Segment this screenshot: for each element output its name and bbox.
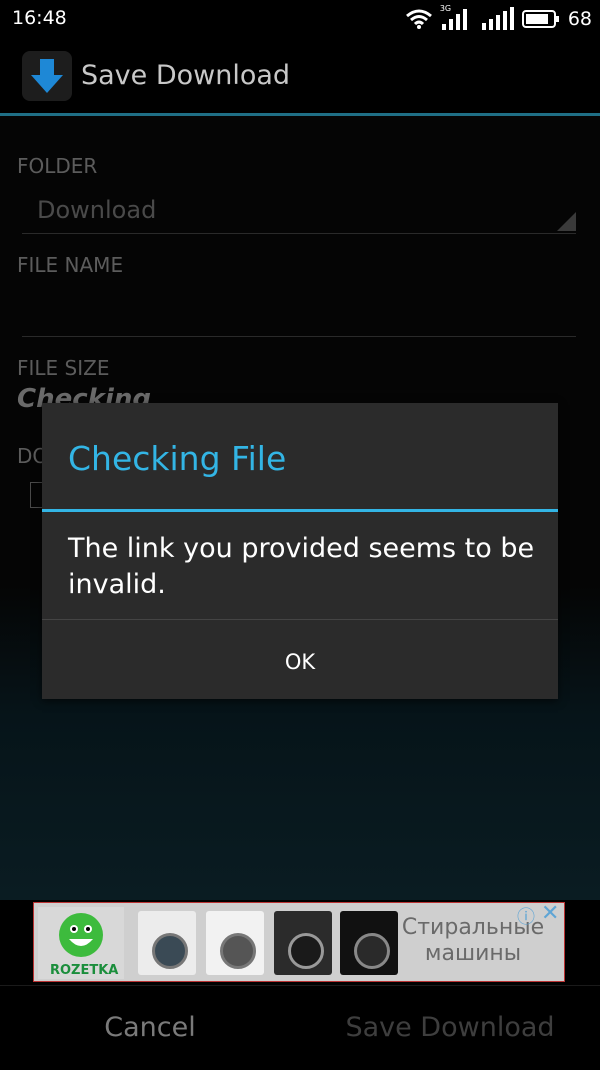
status-time: 16:48 — [12, 7, 67, 29]
status-icons: 3G 68 — [405, 4, 592, 32]
file-name-input[interactable] — [22, 286, 576, 334]
battery-level: 68 — [567, 8, 592, 30]
app-title: Save Download — [81, 60, 291, 91]
file-name-label: FILE NAME — [17, 253, 124, 277]
ad-line-2: машины — [424, 941, 522, 966]
washing-machine-image — [138, 911, 196, 975]
folder-label: FOLDER — [17, 154, 98, 178]
washing-machine-image — [206, 911, 264, 975]
dialog-message: The link you provided seems to be invali… — [68, 533, 535, 600]
spinner-arrow-icon — [557, 212, 576, 231]
status-bar: 16:48 3G 68 — [0, 0, 600, 38]
ad-brand: ROZETKA — [50, 963, 119, 978]
download-app-icon — [22, 51, 72, 101]
battery-icon — [521, 10, 559, 28]
signal-3g-icon: 3G — [440, 4, 472, 32]
file-size-label: FILE SIZE — [17, 356, 110, 380]
dialog-title: Checking File — [68, 439, 287, 478]
ok-button[interactable]: OK — [42, 620, 558, 699]
checking-file-dialog: Checking File The link you provided seem… — [42, 403, 558, 699]
file-name-underline — [22, 336, 576, 337]
washing-machine-image — [340, 911, 398, 975]
bottom-button-bar: Cancel Save Download — [0, 985, 600, 1067]
ad-banner[interactable]: ROZETKA Стиральные машины ⓘ ✕ — [33, 901, 565, 982]
ad-info-icon[interactable]: ⓘ — [517, 903, 535, 929]
folder-underline — [22, 233, 576, 234]
dialog-title-divider — [42, 509, 558, 512]
folder-spinner[interactable]: Download — [37, 196, 156, 224]
washing-machine-image — [274, 911, 332, 975]
wifi-icon — [405, 9, 432, 29]
ad-close-icon[interactable]: ✕ — [541, 901, 559, 926]
cancel-button[interactable]: Cancel — [0, 986, 300, 1067]
signal-icon — [481, 7, 514, 30]
app-bar: Save Download — [0, 38, 600, 114]
rozetka-logo: ROZETKA — [38, 907, 124, 979]
save-download-button[interactable]: Save Download — [300, 986, 600, 1067]
